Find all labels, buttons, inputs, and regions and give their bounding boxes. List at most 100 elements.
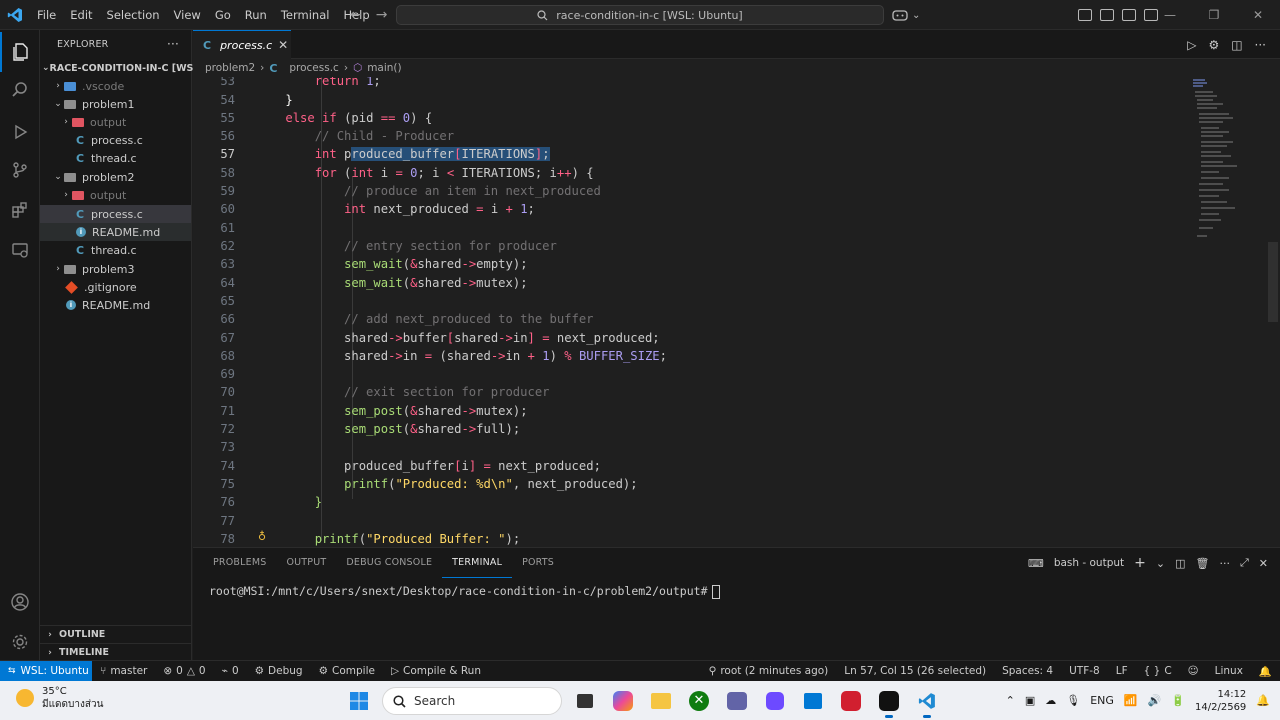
menu-go[interactable]: Go: [208, 0, 238, 30]
toggle-primary-sidebar-icon[interactable]: [1100, 9, 1114, 21]
store-icon[interactable]: [798, 686, 828, 716]
lightbulb-icon[interactable]: ♁: [258, 530, 266, 543]
close-window-button[interactable]: ✕: [1236, 0, 1280, 30]
microphone-icon[interactable]: 🎙: [1066, 694, 1080, 707]
platform[interactable]: Linux: [1207, 665, 1251, 677]
tree-item-problem1-thread[interactable]: C thread.c: [40, 149, 191, 167]
gear-icon[interactable]: ⚙: [1208, 38, 1219, 52]
tab-output[interactable]: OUTPUT: [276, 548, 336, 578]
tree-item-vscode[interactable]: › .vscode: [40, 77, 191, 95]
end-of-line[interactable]: LF: [1108, 665, 1136, 677]
language-indicator[interactable]: ENG: [1090, 694, 1114, 707]
xbox-icon[interactable]: ✕: [684, 686, 714, 716]
vscode-taskbar-icon[interactable]: [912, 686, 942, 718]
language-mode[interactable]: { } C: [1136, 665, 1180, 677]
tree-item-gitignore[interactable]: .gitignore: [40, 278, 191, 296]
restore-button[interactable]: ❐: [1192, 0, 1236, 30]
terminal-output[interactable]: root@MSI:/mnt/c/Users/snext/Desktop/race…: [209, 584, 720, 599]
search-icon[interactable]: [0, 70, 40, 110]
customize-layout-icon[interactable]: [1078, 9, 1092, 21]
trash-icon[interactable]: 🗑: [1196, 557, 1210, 570]
menu-run[interactable]: Run: [238, 0, 274, 30]
menu-selection[interactable]: Selection: [100, 0, 167, 30]
tree-item-problem2-readme[interactable]: i README.md: [40, 223, 191, 241]
chevron-up-icon[interactable]: ⌃: [1006, 694, 1015, 707]
menu-view[interactable]: View: [167, 0, 208, 30]
outline-section[interactable]: › OUTLINE: [40, 625, 191, 643]
compile-run-button[interactable]: ▷ Compile & Run: [383, 665, 489, 677]
encoding[interactable]: UTF-8: [1061, 665, 1108, 677]
breadcrumb-file[interactable]: process.c: [289, 62, 338, 74]
timeline-section[interactable]: › TIMELINE: [40, 643, 191, 661]
menu-file[interactable]: File: [30, 0, 63, 30]
remote-explorer-icon[interactable]: [0, 230, 40, 270]
copilot-button[interactable]: ⌄: [892, 5, 932, 25]
workspace-root[interactable]: ⌄ RACE-CONDITION-IN-C [WS...: [40, 59, 204, 77]
tree-item-problem1-output[interactable]: › output: [40, 113, 191, 131]
code-editor[interactable]: 53 return 1; 54 } 55 else if (pid == 0) …: [193, 77, 1280, 547]
tray-network-app-icon[interactable]: ☁: [1045, 694, 1056, 707]
breadcrumb-symbol[interactable]: main(): [367, 62, 401, 74]
more-actions-icon[interactable]: ···: [1219, 557, 1230, 570]
teams-icon[interactable]: [722, 686, 752, 716]
indentation[interactable]: Spaces: 4: [994, 665, 1061, 677]
start-button[interactable]: [344, 686, 374, 716]
app-red-icon[interactable]: [836, 686, 866, 716]
proton-icon[interactable]: [760, 686, 790, 716]
split-terminal-icon[interactable]: ◫: [1175, 557, 1185, 570]
wifi-icon[interactable]: 📶: [1124, 694, 1138, 707]
tab-terminal[interactable]: TERMINAL: [442, 548, 513, 578]
notifications-bell-icon[interactable]: 🔔: [1251, 665, 1280, 678]
copilot-status[interactable]: ☺: [1180, 665, 1207, 677]
editor-scrollbar[interactable]: [1268, 242, 1278, 322]
debug-button[interactable]: ⚙ Debug: [247, 665, 311, 677]
maximize-panel-icon[interactable]: ⤢: [1240, 556, 1249, 570]
forward-arrow-icon[interactable]: →: [376, 7, 388, 23]
tree-item-problem1[interactable]: ⌄ problem1: [40, 95, 191, 113]
tree-item-readme[interactable]: i README.md: [40, 296, 191, 314]
git-blame[interactable]: ⚲ root (2 minutes ago): [701, 665, 837, 677]
more-actions-icon[interactable]: ···: [1255, 38, 1266, 52]
notifications-bell-icon[interactable]: 🔔: [1256, 694, 1270, 707]
copilot-app-icon[interactable]: [608, 686, 638, 716]
tab-ports[interactable]: PORTS: [512, 548, 564, 578]
minimap[interactable]: [1193, 77, 1263, 247]
breadcrumb-folder[interactable]: problem2: [205, 62, 255, 74]
tab-process-c[interactable]: C process.c ✕: [193, 30, 291, 59]
battery-icon[interactable]: 🔋: [1171, 694, 1185, 707]
explorer-icon[interactable]: [0, 32, 40, 72]
add-terminal-icon[interactable]: +: [1134, 555, 1146, 571]
tab-debug-console[interactable]: DEBUG CONSOLE: [336, 548, 442, 578]
close-icon[interactable]: ✕: [278, 38, 288, 52]
clock[interactable]: 14:12 14/2/2569: [1195, 688, 1246, 714]
tree-item-problem1-process[interactable]: C process.c: [40, 131, 191, 149]
extensions-icon[interactable]: [0, 190, 40, 230]
tree-item-problem2-process[interactable]: C process.c: [40, 205, 191, 223]
more-actions-icon[interactable]: ···: [167, 37, 179, 51]
ports-indicator[interactable]: ⌁ 0: [214, 665, 247, 677]
back-arrow-icon[interactable]: ←: [350, 7, 362, 23]
account-icon[interactable]: [0, 582, 40, 622]
git-branch[interactable]: ⑂ master: [92, 665, 155, 677]
task-view-icon[interactable]: [570, 686, 600, 716]
tray-app-icon[interactable]: ▣: [1025, 694, 1035, 707]
cursor-position[interactable]: Ln 57, Col 15 (26 selected): [836, 665, 994, 677]
weather-widget[interactable]: 35°C มีแดดบางส่วน: [16, 685, 103, 711]
capcut-icon[interactable]: [874, 686, 904, 718]
problems-indicator[interactable]: ⊗ 0 △ 0: [155, 665, 213, 677]
tab-problems[interactable]: PROBLEMS: [203, 548, 276, 578]
minimize-button[interactable]: —: [1148, 0, 1192, 30]
taskbar-search[interactable]: Search: [382, 687, 562, 715]
volume-icon[interactable]: 🔊: [1148, 694, 1162, 707]
close-icon[interactable]: ✕: [1259, 557, 1268, 570]
toggle-panel-icon[interactable]: [1122, 9, 1136, 21]
run-debug-icon[interactable]: [0, 112, 40, 152]
command-center[interactable]: race-condition-in-c [WSL: Ubuntu]: [396, 5, 884, 25]
gear-icon[interactable]: [0, 622, 40, 662]
compile-button[interactable]: ⚙ Compile: [311, 665, 383, 677]
menu-terminal[interactable]: Terminal: [274, 0, 337, 30]
run-icon[interactable]: ▷: [1187, 38, 1196, 52]
terminal-name[interactable]: bash - output: [1054, 557, 1124, 569]
tree-item-problem2[interactable]: ⌄ problem2: [40, 168, 191, 186]
split-editor-icon[interactable]: ◫: [1231, 38, 1242, 52]
